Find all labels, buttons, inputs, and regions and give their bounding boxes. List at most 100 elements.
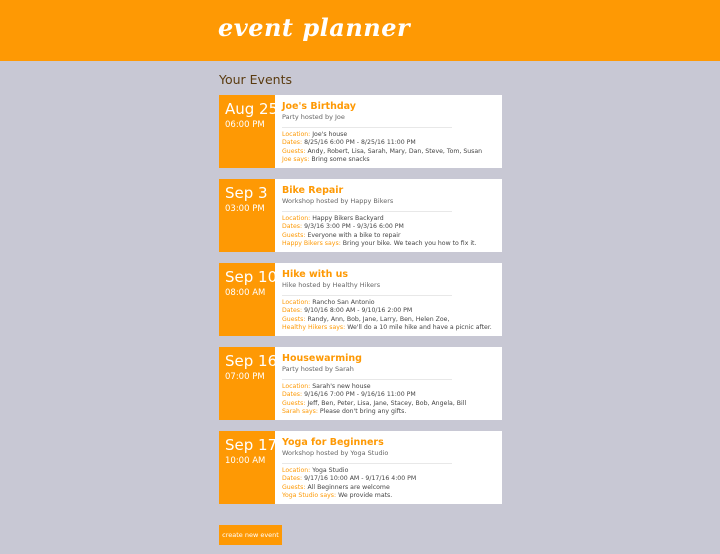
event-dates-row: Dates: 8/25/16 6:00 PM - 8/25/16 11:00 P…: [282, 139, 496, 147]
event-time: 03:00 PM: [225, 204, 265, 214]
location-label: Location:: [282, 467, 311, 474]
event-date-box: Sep 16 07:00 PM: [219, 347, 278, 420]
event-location-row: Location: Yoga Studio: [282, 467, 496, 475]
location-value: Happy Bikers Backyard: [312, 215, 384, 222]
event-guests-row: Guests: Everyone with a bike to repair: [282, 232, 496, 240]
host-message: We'll do a 10 mile hike and have a picni…: [347, 324, 492, 332]
divider: [282, 127, 452, 128]
guests-value: Everyone with a bike to repair: [307, 231, 401, 239]
host-message: Please don't bring any gifts.: [319, 408, 407, 416]
event-message-row: Joe says: Bring some snacks: [282, 156, 496, 164]
event-info: Hike with us Hike hosted by Healthy Hike…: [282, 269, 496, 333]
host-says-label: Healthy Hikers says:: [282, 324, 346, 332]
event-location-row: Location: Sarah's new house: [282, 383, 496, 391]
event-guests-row: Guests: Andy, Robert, Lisa, Sarah, Mary,…: [282, 148, 496, 156]
location-label: Location:: [282, 299, 311, 306]
host-message: We provide mats.: [338, 492, 393, 500]
event-location-row: Location: Joe's house: [282, 131, 496, 139]
guests-value: All Beginners are welcome: [307, 483, 390, 491]
host-message: Bring some snacks: [311, 156, 370, 164]
host-says-label: Sarah says:: [282, 408, 318, 416]
event-date: Aug 25: [225, 100, 279, 118]
dates-value: 9/10/16 8:00 AM - 9/10/16 2:00 PM: [304, 307, 413, 315]
divider: [282, 211, 452, 212]
guests-value: Jeff, Ben, Peter, Lisa, Jane, Stacey, Bo…: [307, 399, 467, 407]
location-value: Joe's house: [312, 131, 348, 138]
event-location-row: Location: Happy Bikers Backyard: [282, 215, 496, 223]
event-subtitle: Party hosted by Joe: [282, 113, 345, 121]
page-title: Your Events: [219, 72, 292, 87]
dates-value: 9/16/16 7:00 PM - 9/16/16 11:00 PM: [304, 391, 416, 399]
event-title[interactable]: Housewarming: [282, 353, 496, 365]
event-message-row: Sarah says: Please don't bring any gifts…: [282, 408, 496, 416]
guests-label: Guests:: [282, 399, 306, 407]
event-date-box: Sep 17 10:00 AM: [219, 431, 278, 504]
location-label: Location:: [282, 131, 311, 138]
host-says-label: Yoga Studio says:: [282, 492, 337, 500]
location-value: Yoga Studio: [312, 467, 349, 474]
guests-label: Guests:: [282, 231, 306, 239]
event-dates-row: Dates: 9/10/16 8:00 AM - 9/10/16 2:00 PM: [282, 307, 496, 315]
event-subtitle: Workshop hosted by Yoga Studio: [282, 449, 389, 457]
event-title[interactable]: Bike Repair: [282, 185, 496, 197]
event-info: Yoga for Beginners Workshop hosted by Yo…: [282, 437, 496, 501]
guests-value: Andy, Robert, Lisa, Sarah, Mary, Dan, St…: [307, 147, 483, 155]
create-event-button[interactable]: create new event: [219, 525, 282, 545]
event-title[interactable]: Joe's Birthday: [282, 101, 496, 113]
event-date-box: Sep 3 03:00 PM: [219, 179, 275, 252]
event-time: 08:00 AM: [225, 288, 266, 298]
event-message-row: Healthy Hikers says: We'll do a 10 mile …: [282, 324, 496, 332]
event-guests-row: Guests: Randy, Ann, Bob, Jane, Larry, Be…: [282, 316, 496, 324]
event-guests-row: Guests: Jeff, Ben, Peter, Lisa, Jane, St…: [282, 400, 496, 408]
event-date: Sep 10: [225, 268, 278, 286]
dates-value: 9/3/16 3:00 PM - 9/3/16 6:00 PM: [304, 223, 404, 231]
guests-label: Guests:: [282, 315, 306, 323]
dates-label: Dates:: [282, 391, 303, 399]
event-location-row: Location: Rancho San Antonio: [282, 299, 496, 307]
event-card[interactable]: Sep 16 07:00 PM Housewarming Party hoste…: [219, 347, 502, 420]
event-title[interactable]: Hike with us: [282, 269, 496, 281]
host-message: Bring your bike. We teach you how to fix…: [342, 240, 477, 248]
event-info: Bike Repair Workshop hosted by Happy Bik…: [282, 185, 496, 249]
event-time: 10:00 AM: [225, 456, 266, 466]
dates-label: Dates:: [282, 307, 303, 315]
event-info: Housewarming Party hosted by Sarah Locat…: [282, 353, 496, 417]
host-says-label: Joe says:: [282, 156, 310, 164]
guests-label: Guests:: [282, 147, 306, 155]
event-date-box: Aug 25 06:00 PM: [219, 95, 279, 168]
dates-label: Dates:: [282, 139, 303, 147]
event-date-box: Sep 10 08:00 AM: [219, 263, 278, 336]
location-value: Sarah's new house: [312, 383, 371, 390]
event-info: Joe's Birthday Party hosted by Joe Locat…: [282, 101, 496, 165]
app-logo[interactable]: event planner: [218, 13, 410, 42]
event-dates-row: Dates: 9/3/16 3:00 PM - 9/3/16 6:00 PM: [282, 223, 496, 231]
event-subtitle: Party hosted by Sarah: [282, 365, 354, 373]
event-time: 07:00 PM: [225, 372, 265, 382]
event-dates-row: Dates: 9/17/16 10:00 AM - 9/17/16 4:00 P…: [282, 475, 496, 483]
dates-label: Dates:: [282, 223, 303, 231]
dates-value: 9/17/16 10:00 AM - 9/17/16 4:00 PM: [304, 475, 417, 483]
event-guests-row: Guests: All Beginners are welcome: [282, 484, 496, 492]
event-message-row: Yoga Studio says: We provide mats.: [282, 492, 496, 500]
event-card[interactable]: Sep 17 10:00 AM Yoga for Beginners Works…: [219, 431, 502, 504]
dates-value: 8/25/16 6:00 PM - 8/25/16 11:00 PM: [304, 139, 416, 147]
guests-value: Randy, Ann, Bob, Jane, Larry, Ben, Helen…: [307, 315, 450, 323]
divider: [282, 379, 452, 380]
dates-label: Dates:: [282, 475, 303, 483]
divider: [282, 295, 452, 296]
event-title[interactable]: Yoga for Beginners: [282, 437, 496, 449]
event-dates-row: Dates: 9/16/16 7:00 PM - 9/16/16 11:00 P…: [282, 391, 496, 399]
divider: [282, 463, 452, 464]
location-label: Location:: [282, 383, 311, 390]
host-says-label: Happy Bikers says:: [282, 240, 341, 248]
event-date: Sep 17: [225, 436, 278, 454]
app-header: event planner: [0, 0, 720, 61]
event-card[interactable]: Sep 3 03:00 PM Bike Repair Workshop host…: [219, 179, 502, 252]
event-date: Sep 3: [225, 184, 268, 202]
guests-label: Guests:: [282, 483, 306, 491]
event-card[interactable]: Aug 25 06:00 PM Joe's Birthday Party hos…: [219, 95, 502, 168]
event-card[interactable]: Sep 10 08:00 AM Hike with us Hike hosted…: [219, 263, 502, 336]
location-label: Location:: [282, 215, 311, 222]
event-message-row: Happy Bikers says: Bring your bike. We t…: [282, 240, 496, 248]
event-date: Sep 16: [225, 352, 278, 370]
